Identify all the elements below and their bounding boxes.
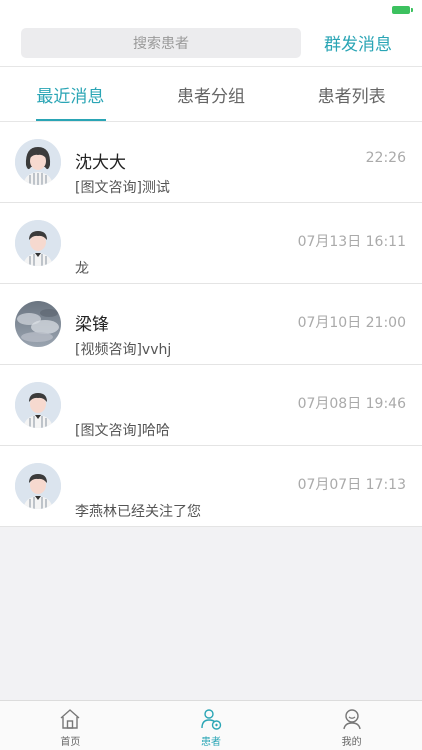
header: 搜索患者 群发消息 <box>0 22 422 66</box>
tab-label: 患者列表 <box>317 86 386 107</box>
tab-label: 最近消息 <box>36 86 105 107</box>
tab-bar: 最近消息 患者分组 患者列表 <box>0 66 422 122</box>
list-item[interactable]: 07月07日 17:13 李燕林已经关注了您 <box>0 446 422 527</box>
tabbar-label: 我的 <box>341 737 362 748</box>
message-preview: [视频咨询]vvhj <box>75 342 172 358</box>
tab-active-indicator <box>36 119 106 121</box>
tabbar-label: 首页 <box>60 737 81 748</box>
patient-icon <box>201 709 222 730</box>
tabbar-label: 患者 <box>201 737 221 748</box>
message-preview: 李燕林已经关注了您 <box>75 504 201 520</box>
message-time: 07月13日 16:11 <box>297 234 406 250</box>
search-input[interactable]: 搜索患者 <box>21 28 301 58</box>
list-item[interactable]: 沈大大 22:26 [图文咨询]测试 <box>0 122 422 203</box>
list-item[interactable]: 梁锋 07月10日 21:00 [视频咨询]vvhj <box>0 284 422 365</box>
tab-label: 患者分组 <box>177 86 245 107</box>
female-avatar-icon <box>15 139 61 185</box>
battery-icon <box>392 6 413 14</box>
list-item[interactable]: 07月08日 19:46 [图文咨询]哈哈 <box>0 365 422 446</box>
message-time: 07月07日 17:13 <box>297 477 406 493</box>
message-preview: [图文咨询]测试 <box>75 180 170 196</box>
male-avatar-icon <box>15 463 61 509</box>
bottom-tab-bar: 首页 患者 我的 <box>0 700 422 750</box>
contact-name: 沈大大 <box>75 153 126 173</box>
message-time: 22:26 <box>365 150 406 166</box>
message-preview: [图文咨询]哈哈 <box>75 423 170 439</box>
tabbar-item-patients[interactable]: 患者 <box>141 701 282 750</box>
message-time: 07月08日 19:46 <box>297 396 406 412</box>
profile-icon <box>342 709 361 730</box>
tab-patient-groups[interactable]: 患者分组 <box>141 67 282 121</box>
sky-photo-avatar-icon <box>15 301 61 347</box>
tabbar-item-profile[interactable]: 我的 <box>281 701 422 750</box>
tab-patient-list[interactable]: 患者列表 <box>281 67 422 121</box>
male-avatar-icon <box>15 382 61 428</box>
message-list: 沈大大 22:26 [图文咨询]测试 07月13日 16:11 龙 梁锋 07月… <box>0 122 422 527</box>
message-time: 07月10日 21:00 <box>297 315 406 331</box>
contact-name: 梁锋 <box>75 315 109 335</box>
male-avatar-icon <box>15 220 61 266</box>
mass-message-button[interactable]: 群发消息 <box>324 30 392 55</box>
status-bar <box>0 0 422 22</box>
tab-recent-messages[interactable]: 最近消息 <box>0 67 141 121</box>
message-preview: 龙 <box>75 261 89 277</box>
tabbar-item-home[interactable]: 首页 <box>0 701 141 750</box>
home-icon <box>60 709 80 729</box>
list-item[interactable]: 07月13日 16:11 龙 <box>0 203 422 284</box>
